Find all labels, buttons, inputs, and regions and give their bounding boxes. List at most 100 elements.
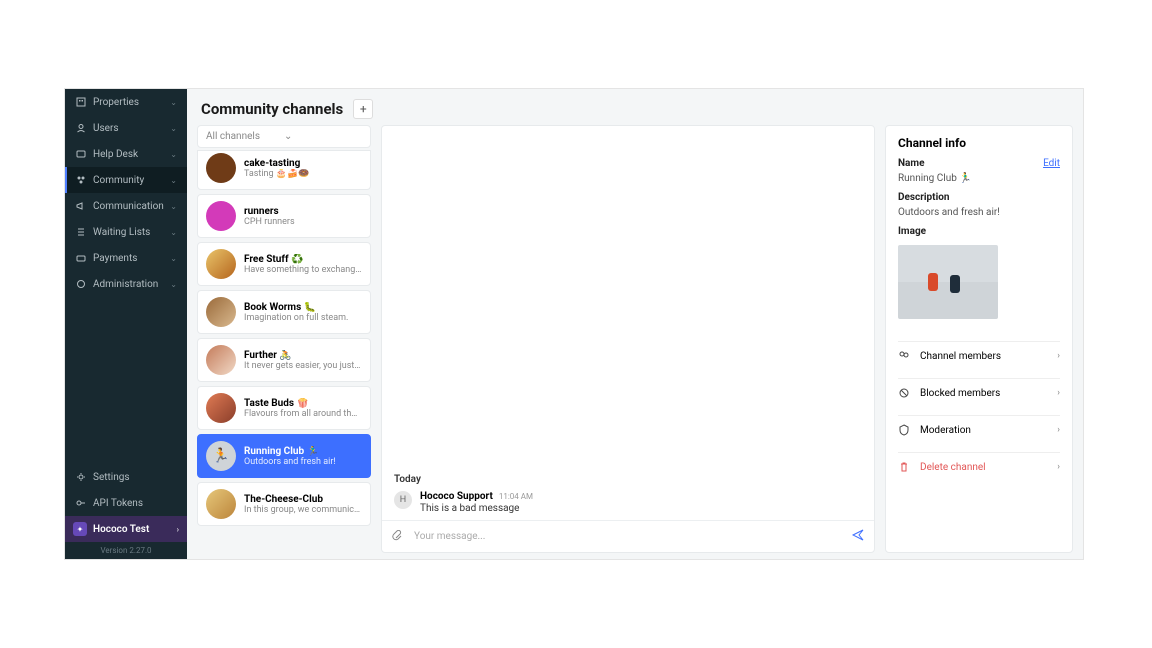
chevron-down-icon: ⌄ [170, 254, 177, 263]
channel-filter-dropdown[interactable]: All channels ⌄ [197, 125, 371, 148]
sidebar-item-label: Community [93, 175, 170, 186]
channel-members-action[interactable]: Channel members › [898, 341, 1060, 370]
chat-panel: Today H Hococo Support 11:04 AM This is … [381, 125, 875, 553]
org-label: Hococo Test [93, 524, 177, 535]
channel-item-book-worms[interactable]: Book Worms 🐛 Imagination on full steam. [197, 290, 371, 334]
content: All channels ⌄ cake-tasting Tasting 🎂🍰🍩 [187, 125, 1083, 559]
sidebar-item-label: API Tokens [93, 498, 177, 509]
channel-name: Taste Buds 🍿 [244, 398, 362, 409]
message-time: 11:04 AM [499, 492, 533, 501]
sidebar-item-settings[interactable]: Settings [65, 464, 187, 490]
header: Community channels + [187, 89, 1083, 125]
channel-avatar [206, 201, 236, 231]
blocked-members-action[interactable]: Blocked members › [898, 378, 1060, 407]
sidebar-item-payments[interactable]: Payments ⌄ [65, 245, 187, 271]
message-input[interactable] [414, 531, 852, 542]
action-label: Delete channel [920, 462, 1057, 473]
date-label: Today [394, 474, 862, 485]
composer [382, 520, 874, 552]
channel-desc: CPH runners [244, 217, 362, 227]
message-author: Hococo Support [420, 491, 493, 502]
channel-name: Running Club 🏃‍♂️ [244, 446, 362, 457]
chevron-down-icon: ⌄ [170, 228, 177, 237]
channel-image [898, 245, 998, 319]
channel-name: runners [244, 206, 362, 217]
channel-name: cake-tasting [244, 158, 362, 169]
chevron-down-icon: ⌄ [284, 131, 362, 142]
chat-body[interactable]: Today H Hococo Support 11:04 AM This is … [382, 126, 874, 520]
sidebar-item-waitinglists[interactable]: Waiting Lists ⌄ [65, 219, 187, 245]
chevron-right-icon: › [1057, 462, 1060, 472]
channel-avatar [206, 297, 236, 327]
channel-list[interactable]: cake-tasting Tasting 🎂🍰🍩 runners CPH run… [197, 150, 371, 526]
edit-link[interactable]: Edit [1043, 158, 1060, 169]
channel-item-runners[interactable]: runners CPH runners [197, 194, 371, 238]
action-label: Channel members [920, 351, 1057, 362]
info-name-value: Running Club 🏃‍♂️ [898, 173, 1060, 184]
channel-avatar [206, 249, 236, 279]
shield-icon [898, 424, 912, 436]
channel-item-cake-tasting[interactable]: cake-tasting Tasting 🎂🍰🍩 [197, 150, 371, 190]
megaphone-icon [75, 200, 87, 212]
channel-desc: Imagination on full steam. [244, 313, 362, 323]
channel-item-free-stuff[interactable]: Free Stuff ♻️ Have something to exchange… [197, 242, 371, 286]
channel-avatar [206, 345, 236, 375]
channel-item-cheese-club[interactable]: The-Cheese-Club In this group, we commun… [197, 482, 371, 526]
send-button[interactable] [852, 529, 864, 544]
delete-channel-action[interactable]: Delete channel › [898, 452, 1060, 481]
chevron-down-icon: ⌄ [170, 150, 177, 159]
image-figure-1 [928, 273, 938, 291]
sidebar: Properties ⌄ Users ⌄ Help Desk ⌄ Communi… [65, 89, 187, 559]
chevron-right-icon: › [177, 525, 179, 534]
sidebar-item-label: Properties [93, 97, 170, 108]
sidebar-item-users[interactable]: Users ⌄ [65, 115, 187, 141]
sidebar-item-label: Administration [93, 279, 170, 290]
channel-info-panel: Channel info Name Edit Running Club 🏃‍♂️… [885, 125, 1073, 553]
info-name-label: Name [898, 158, 1043, 169]
blocked-icon [898, 387, 912, 399]
sidebar-item-administration[interactable]: Administration ⌄ [65, 271, 187, 297]
channel-name: The-Cheese-Club [244, 494, 362, 505]
admin-icon [75, 278, 87, 290]
channel-desc: Flavours from all around the w… [244, 409, 362, 419]
attachment-icon[interactable] [392, 527, 406, 546]
main: Community channels + All channels ⌄ cake… [187, 89, 1083, 559]
sidebar-item-community[interactable]: Community ⌄ [65, 167, 187, 193]
channel-avatar [206, 393, 236, 423]
moderation-action[interactable]: Moderation › [898, 415, 1060, 444]
sidebar-item-properties[interactable]: Properties ⌄ [65, 89, 187, 115]
channel-item-further[interactable]: Further 🚴 It never gets easier, you just… [197, 338, 371, 382]
chevron-right-icon: › [1057, 425, 1060, 435]
chevron-down-icon: ⌄ [170, 202, 177, 211]
sidebar-item-api-tokens[interactable]: API Tokens [65, 490, 187, 516]
sidebar-item-helpdesk[interactable]: Help Desk ⌄ [65, 141, 187, 167]
users-icon [75, 122, 87, 134]
sidebar-item-communication[interactable]: Communication ⌄ [65, 193, 187, 219]
channel-name: Further 🚴 [244, 350, 362, 361]
chevron-down-icon: ⌄ [170, 98, 177, 107]
trash-icon [898, 461, 912, 473]
channel-avatar: 🏃 [206, 441, 236, 471]
channel-name: Book Worms 🐛 [244, 302, 362, 313]
info-desc-label: Description [898, 192, 1060, 203]
sidebar-item-label: Users [93, 123, 170, 134]
channel-desc: Tasting 🎂🍰🍩 [244, 169, 362, 179]
channel-item-running-club[interactable]: 🏃 Running Club 🏃‍♂️ Outdoors and fresh a… [197, 434, 371, 478]
chevron-right-icon: › [1057, 351, 1060, 361]
sidebar-item-label: Help Desk [93, 149, 170, 160]
info-image-label: Image [898, 226, 1060, 237]
message-row: H Hococo Support 11:04 AM This is a bad … [394, 491, 862, 514]
community-icon [75, 174, 87, 186]
org-switcher[interactable]: ✦ Hococo Test › [65, 516, 187, 542]
building-icon [75, 96, 87, 108]
message-avatar: H [394, 491, 412, 509]
add-channel-button[interactable]: + [353, 99, 373, 119]
chevron-down-icon: ⌄ [170, 176, 177, 185]
members-icon [898, 350, 912, 362]
list-icon [75, 226, 87, 238]
action-label: Moderation [920, 425, 1057, 436]
channel-panel: All channels ⌄ cake-tasting Tasting 🎂🍰🍩 [197, 125, 371, 553]
channel-item-taste-buds[interactable]: Taste Buds 🍿 Flavours from all around th… [197, 386, 371, 430]
helpdesk-icon [75, 148, 87, 160]
key-icon [75, 497, 87, 509]
